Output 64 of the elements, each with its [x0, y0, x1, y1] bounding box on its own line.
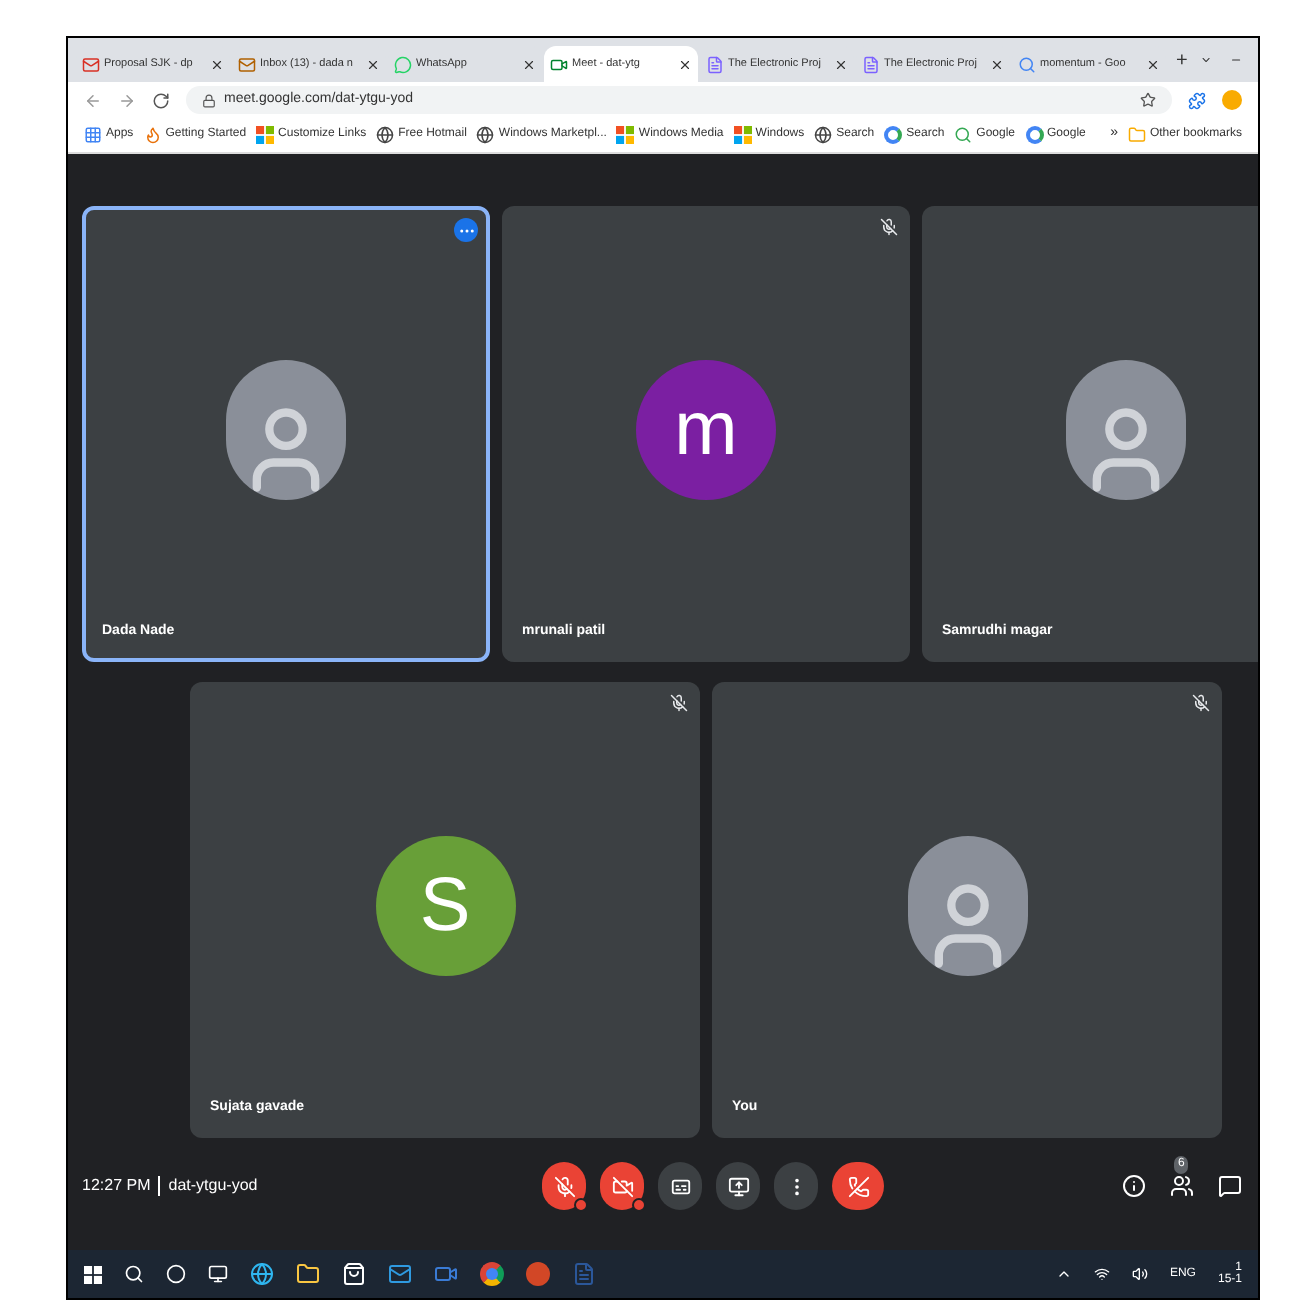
mic-off-icon: [553, 1175, 575, 1197]
tab-search-icon[interactable]: [1199, 52, 1212, 68]
search-icon[interactable]: [124, 1264, 144, 1284]
close-icon[interactable]: [366, 57, 380, 71]
alert-badge: [632, 1198, 646, 1212]
meeting-time: 12:27 PM: [82, 1174, 151, 1198]
globe-icon: [814, 126, 833, 144]
people-icon[interactable]: [1170, 1174, 1194, 1198]
microphone-button[interactable]: [542, 1162, 586, 1210]
task-view-icon[interactable]: [208, 1264, 228, 1284]
circle-icon[interactable]: [166, 1264, 186, 1284]
close-icon[interactable]: [210, 57, 224, 71]
browser-icon[interactable]: [250, 1262, 274, 1286]
camera-off-icon: [611, 1175, 633, 1197]
folder-icon: [1127, 126, 1146, 144]
folder-icon[interactable]: [296, 1262, 320, 1286]
phone-icon: [847, 1175, 869, 1197]
mail-icon: [238, 55, 256, 73]
back-icon[interactable]: [84, 91, 102, 109]
reload-icon[interactable]: [152, 91, 170, 109]
present-button[interactable]: [716, 1162, 760, 1210]
info-icon[interactable]: [1122, 1174, 1146, 1198]
video-icon: [550, 55, 568, 73]
present-screen-icon: [727, 1175, 749, 1197]
chat-icon: [394, 55, 412, 73]
new-tab-button[interactable]: +: [1168, 45, 1196, 75]
video-icon[interactable]: [434, 1262, 458, 1286]
document-icon: [706, 55, 724, 73]
close-icon[interactable]: [522, 57, 536, 71]
search-icon: [1018, 55, 1036, 73]
flame-icon: [143, 126, 162, 144]
globe-icon: [376, 126, 395, 144]
chevron-up-icon[interactable]: [1055, 1266, 1072, 1282]
globe-icon: [476, 126, 495, 144]
windows-logo-icon: [616, 126, 635, 144]
store-icon[interactable]: [342, 1262, 366, 1286]
meeting-code: dat-ytgu-yod: [168, 1174, 258, 1198]
alert-badge: [574, 1198, 588, 1212]
volume-icon[interactable]: [1131, 1266, 1148, 1282]
captions-icon: [669, 1175, 691, 1197]
g-logo-icon: [884, 126, 903, 144]
close-icon[interactable]: [1146, 57, 1160, 71]
search-icon: [954, 126, 973, 144]
lock-icon[interactable]: [202, 93, 216, 107]
close-icon[interactable]: [678, 57, 692, 71]
more-options-button[interactable]: [454, 218, 478, 242]
windows-logo-icon: [256, 126, 275, 144]
windows-logo-icon: [733, 126, 752, 144]
document-icon: [862, 55, 880, 73]
camera-button[interactable]: [600, 1162, 644, 1210]
bookmark-star-icon[interactable]: [1140, 92, 1156, 108]
windows-logo-icon[interactable]: [84, 1265, 102, 1283]
extension-icon[interactable]: [1188, 91, 1206, 109]
captions-button[interactable]: [658, 1162, 702, 1210]
grid-icon: [84, 126, 102, 144]
network-icon[interactable]: [1093, 1266, 1110, 1282]
chat-icon[interactable]: [1218, 1174, 1242, 1198]
close-icon[interactable]: [834, 57, 848, 71]
mail-icon[interactable]: [388, 1262, 412, 1286]
g-logo-icon: [1025, 126, 1044, 144]
forward-icon[interactable]: [118, 91, 136, 109]
hang-up-button[interactable]: [832, 1162, 884, 1210]
close-icon[interactable]: [990, 57, 1004, 71]
mail-icon: [82, 55, 100, 73]
